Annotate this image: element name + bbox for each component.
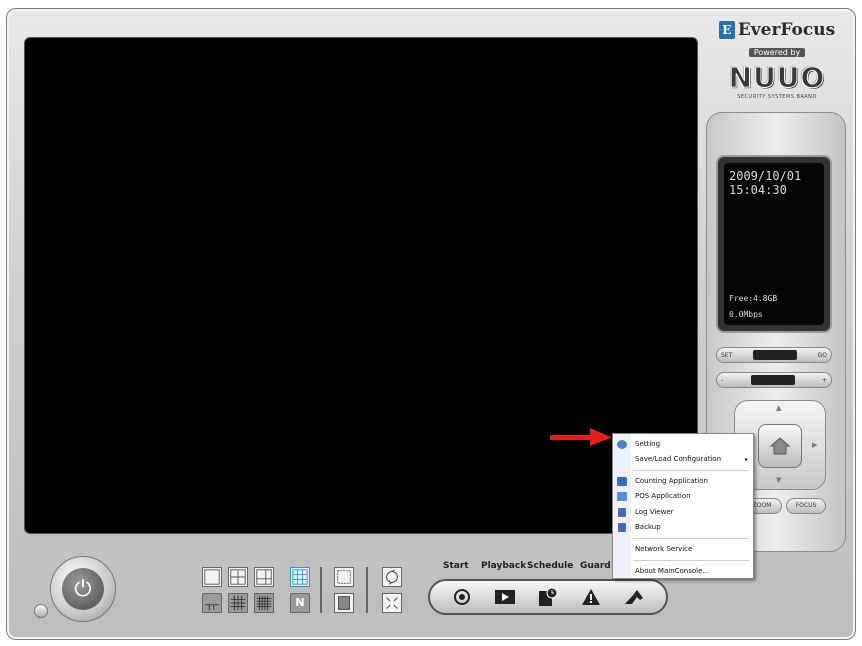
record-icon	[453, 589, 470, 605]
menu-item-label: Save/Load Configuration	[635, 455, 722, 463]
tool-icon	[625, 590, 644, 604]
video-display-area[interactable]	[24, 37, 698, 534]
menu-item-log-viewer[interactable]: Log Viewer	[613, 506, 753, 519]
arrow-right-icon[interactable]: ▶	[812, 441, 817, 449]
warning-icon	[582, 589, 601, 605]
schedule-button[interactable]	[531, 584, 565, 610]
lcd-date: 2009/10/01	[729, 169, 802, 183]
everfocus-mark-icon: E	[718, 21, 735, 39]
menu-item-label: Network Service	[635, 545, 693, 553]
lcd-time: 15:04:30	[729, 183, 787, 197]
menu-separator	[633, 470, 749, 471]
start-label: Start	[443, 561, 469, 571]
layout-3x3-button[interactable]	[290, 567, 310, 587]
layout-2x2-button[interactable]	[228, 567, 248, 587]
nuuo-tagline: SECURITY SYSTEMS BRAND	[737, 94, 817, 100]
preset-row: SET GO	[716, 347, 832, 363]
playback-icon	[494, 590, 515, 604]
menu-item-pos-application[interactable]: POS Application	[613, 490, 753, 503]
guard-button[interactable]	[574, 584, 608, 610]
everfocus-logo: E EverFocus	[712, 20, 842, 40]
menu-item-label: Backup	[635, 523, 661, 531]
separator	[366, 567, 368, 613]
start-button[interactable]	[445, 584, 479, 610]
schedule-icon	[538, 587, 558, 606]
speed-row: - +	[716, 372, 832, 388]
auto-scan-button[interactable]	[382, 567, 402, 587]
separator	[320, 567, 322, 613]
menu-item-save-load-configuration[interactable]: Save/Load Configuration ▸	[613, 453, 753, 466]
backup-icon	[618, 523, 626, 532]
fit-screen-button[interactable]	[382, 593, 402, 613]
guard-label: Guard	[580, 561, 611, 571]
menu-item-label: Log Viewer	[635, 508, 674, 516]
powered-by-badge: Powered by	[748, 48, 806, 57]
layout-1plus7-button[interactable]	[202, 593, 222, 613]
menu-separator	[633, 538, 749, 539]
menu-item-label: POS Application	[635, 492, 691, 500]
config-context-menu: Setting Save/Load Configuration ▸ Counti…	[612, 433, 754, 579]
menu-item-counting-application[interactable]: Counting Application	[613, 475, 753, 488]
home-icon	[769, 437, 791, 455]
full-screen-button[interactable]	[334, 567, 354, 587]
layout-1plus5-button[interactable]	[254, 567, 274, 587]
gear-icon	[617, 440, 627, 449]
submenu-arrow-icon: ▸	[744, 456, 748, 463]
brand-logo: E EverFocus Powered by NUUO SECURITY SYS…	[712, 20, 842, 110]
counting-icon	[617, 477, 627, 486]
go-button[interactable]: GO	[818, 352, 827, 359]
increase-button[interactable]: +	[822, 377, 827, 384]
main-toolbar	[428, 579, 668, 615]
layout-5x5-button[interactable]	[254, 593, 274, 613]
log-icon	[618, 508, 626, 517]
arrow-down-icon[interactable]: ▼	[776, 476, 781, 484]
red-pointer-arrow-icon	[550, 428, 612, 446]
brand-name: EverFocus	[737, 20, 836, 40]
speed-display	[750, 375, 795, 385]
config-button[interactable]	[617, 584, 651, 610]
pos-icon	[617, 492, 627, 501]
hide-panel-button[interactable]	[334, 593, 354, 613]
power-button[interactable]: ⏻	[50, 556, 116, 622]
playback-label: Playback	[481, 561, 527, 571]
menu-item-setting[interactable]: Setting	[613, 438, 753, 451]
lock-button[interactable]	[34, 604, 48, 618]
menu-item-backup[interactable]: Backup	[613, 521, 753, 534]
set-button[interactable]: SET	[721, 352, 732, 359]
focus-button[interactable]: FOCUS	[786, 498, 826, 514]
lcd-bitrate: 0.0Mbps	[729, 310, 763, 319]
status-lcd: 2009/10/01 15:04:30 Free:4.8GB 0.0Mbps	[716, 155, 832, 333]
menu-item-label: Counting Application	[635, 477, 708, 485]
decrease-button[interactable]: -	[721, 377, 723, 384]
menu-item-about-mainconsole[interactable]: About MainConsole...	[613, 565, 753, 578]
nuuo-logo: NUUO	[728, 61, 826, 95]
power-icon: ⏻	[62, 568, 104, 610]
layout-custom-button[interactable]: N	[290, 593, 310, 613]
layout-4x4-button[interactable]	[228, 593, 248, 613]
menu-item-label: Setting	[635, 440, 661, 448]
arrow-up-icon[interactable]: ▲	[776, 404, 781, 412]
menu-item-label: About MainConsole...	[635, 567, 710, 575]
lcd-free-space: Free:4.8GB	[729, 294, 778, 303]
menu-separator	[633, 560, 749, 561]
layout-1x1-button[interactable]	[202, 567, 222, 587]
menu-item-network-service[interactable]: Network Service	[613, 543, 753, 556]
home-button[interactable]	[758, 424, 802, 468]
schedule-label: Schedule	[527, 561, 574, 571]
playback-button[interactable]	[488, 584, 522, 610]
preset-display	[752, 350, 797, 360]
